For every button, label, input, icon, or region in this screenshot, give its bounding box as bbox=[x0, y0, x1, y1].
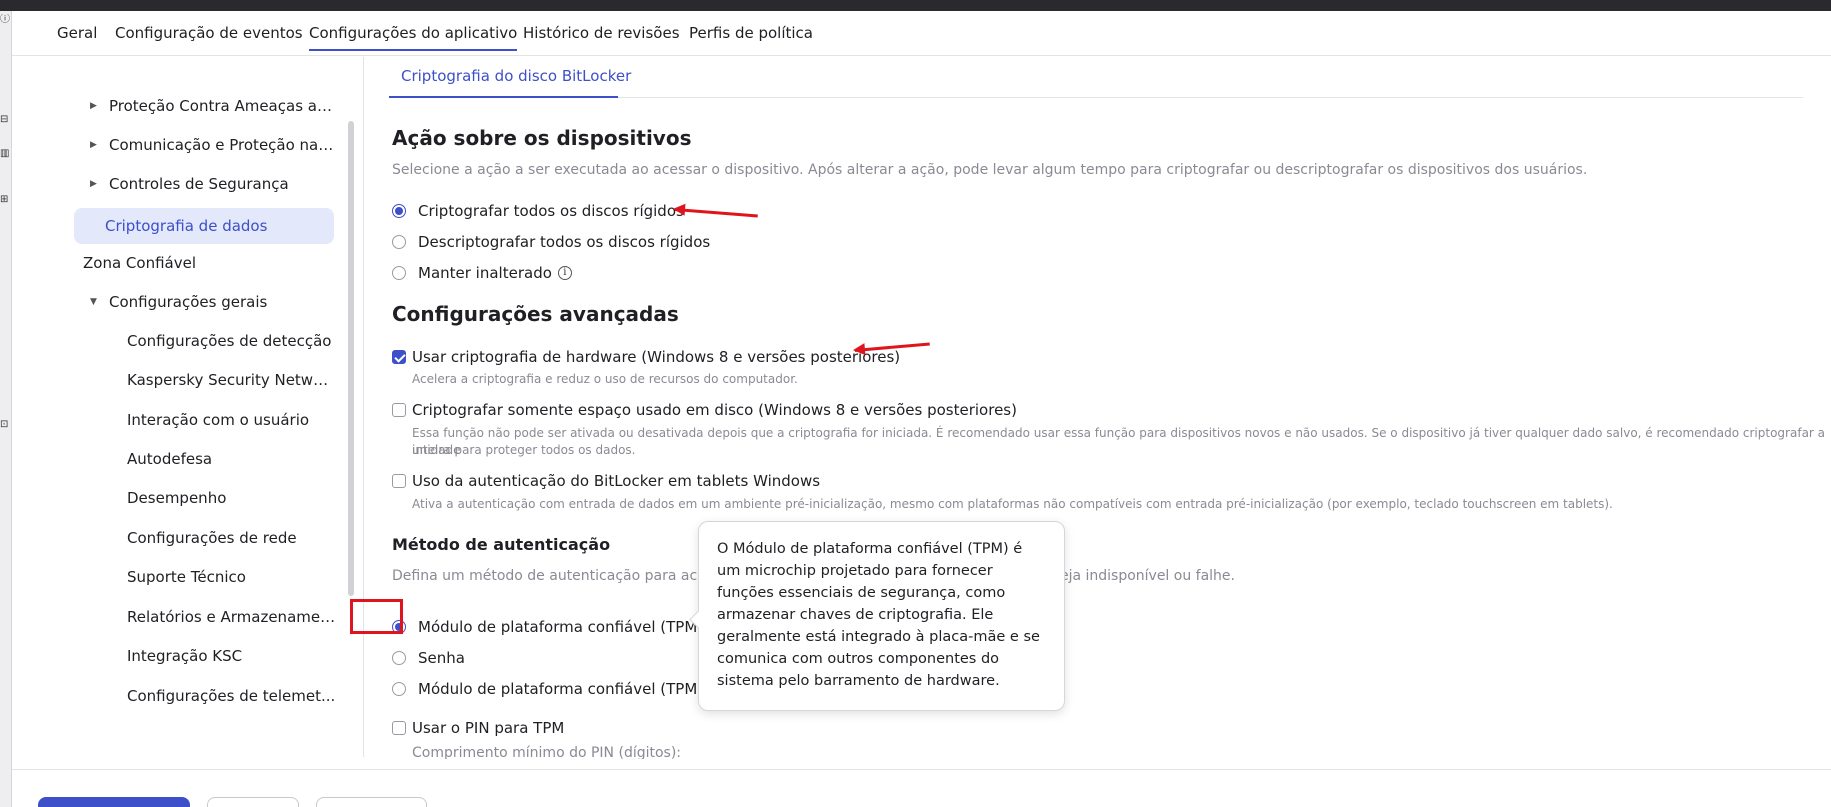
radio-label: Módulo de plataforma confiável (TPM), ou… bbox=[418, 680, 744, 698]
radio-label: Senha bbox=[418, 649, 465, 667]
radio-button[interactable] bbox=[392, 266, 406, 280]
tree-item-tech-support[interactable]: Suporte Técnico bbox=[127, 562, 337, 592]
radio-decrypt-all[interactable]: Descriptografar todos os discos rígidos bbox=[392, 231, 710, 253]
check-tpm-pin[interactable]: Usar o PIN para TPM bbox=[392, 717, 564, 739]
checkbox[interactable] bbox=[392, 474, 406, 488]
subtab-active-indicator bbox=[389, 96, 618, 98]
tree-scrollbar[interactable] bbox=[348, 121, 354, 596]
pin-length-label: Comprimento mínimo do PIN (dígitos): bbox=[412, 745, 682, 759]
settings-content: Criptografia do disco BitLocker Ação sob… bbox=[364, 57, 1831, 759]
tree-item-ksn[interactable]: Kaspersky Security Network bbox=[127, 365, 337, 395]
caret-right-icon[interactable]: ▶ bbox=[90, 130, 97, 160]
checkbox-label: Criptografar somente espaço usado em dis… bbox=[412, 401, 1017, 419]
radio-button[interactable] bbox=[392, 204, 406, 218]
subtab-bitlocker[interactable]: Criptografia do disco BitLocker bbox=[401, 67, 631, 85]
secondary-button[interactable] bbox=[207, 797, 299, 807]
tree-item-data-encryption[interactable]: Criptografia de dados bbox=[74, 208, 334, 244]
tree-item-threat-protection[interactable]: Proteção Contra Ameaças ao... bbox=[109, 91, 334, 121]
nav-icon-3[interactable]: ⊞ bbox=[0, 194, 10, 206]
hint-tablet-auth: Ativa a autenticação com entrada de dado… bbox=[412, 497, 1613, 511]
info-icon[interactable]: i bbox=[557, 266, 572, 280]
nav-icon-2[interactable]: ▥ bbox=[0, 148, 10, 160]
tree-item-trusted-zone[interactable]: Zona Confiável bbox=[83, 248, 333, 278]
tab-general[interactable]: Geral bbox=[57, 24, 97, 42]
info-icon[interactable]: ⓘ bbox=[0, 14, 10, 26]
radio-label: Descriptografar todos os discos rígidos bbox=[418, 233, 711, 251]
checkbox[interactable] bbox=[392, 403, 406, 417]
hint-used-space-only-2: inteira para proteger todos os dados. bbox=[412, 443, 636, 457]
radio-label: Manter inalterado bbox=[418, 264, 552, 282]
radio-label: Módulo de plataforma confiável (TPM) bbox=[418, 618, 704, 636]
tree-item-self-defense[interactable]: Autodefesa bbox=[127, 444, 337, 474]
check-tablet-auth[interactable]: Uso da autenticação do BitLocker em tabl… bbox=[392, 470, 820, 492]
hint-hardware-encryption: Acelera a criptografia e reduz o uso de … bbox=[412, 372, 798, 386]
tree-item-detection[interactable]: Configurações de detecção bbox=[127, 326, 337, 356]
left-icon-strip: ⓘ ⊟ ▥ ⊞ ⊡ bbox=[0, 11, 12, 807]
tpm-tooltip: O Módulo de plataforma confiável (TPM) é… bbox=[698, 521, 1065, 711]
checkbox-label: Usar o PIN para TPM bbox=[412, 719, 565, 737]
nav-icon-4[interactable]: ⊡ bbox=[0, 419, 10, 431]
footer-bar bbox=[12, 769, 1831, 807]
annotation-highlight-box bbox=[350, 599, 403, 634]
tab-policy-profiles[interactable]: Perfis de política bbox=[689, 24, 813, 42]
checkbox-label: Usar criptografia de hardware (Windows 8… bbox=[412, 348, 901, 366]
tab-revision-history[interactable]: Histórico de revisões bbox=[523, 24, 680, 42]
tree-item-performance[interactable]: Desempenho bbox=[127, 483, 337, 513]
auth-method-description: Defina um método de autenticação para ac… bbox=[392, 568, 721, 584]
radio-label: Criptografar todos os discos rígidos bbox=[418, 202, 684, 220]
radio-button[interactable] bbox=[392, 682, 406, 696]
caret-right-icon[interactable]: ▶ bbox=[90, 169, 97, 199]
tab-app-settings[interactable]: Configurações do aplicativo bbox=[309, 24, 518, 51]
caret-down-icon[interactable]: ▼ bbox=[90, 287, 97, 317]
tree-item-telemetry[interactable]: Configurações de telemet... bbox=[127, 681, 337, 711]
auth-method-title: Método de autenticação bbox=[392, 535, 611, 554]
advanced-title: Configurações avançadas bbox=[392, 302, 679, 326]
settings-tree: ▶ Proteção Contra Ameaças ao... ▶ Comuni… bbox=[12, 57, 357, 757]
radio-button[interactable] bbox=[392, 235, 406, 249]
caret-right-icon[interactable]: ▶ bbox=[90, 91, 97, 121]
tab-event-config[interactable]: Configuração de eventos bbox=[115, 24, 303, 42]
tree-item-security-controls[interactable]: Controles de Segurança bbox=[109, 169, 334, 199]
checkbox[interactable] bbox=[392, 721, 406, 735]
device-action-title: Ação sobre os dispositivos bbox=[392, 126, 692, 150]
tertiary-button[interactable] bbox=[316, 797, 427, 807]
check-hardware-encryption[interactable]: Usar criptografia de hardware (Windows 8… bbox=[392, 346, 900, 368]
radio-password[interactable]: Senha bbox=[392, 647, 465, 669]
check-used-space-only[interactable]: Criptografar somente espaço usado em dis… bbox=[392, 399, 1017, 421]
tree-item-user-interaction[interactable]: Interação com o usuário bbox=[127, 405, 337, 435]
tree-item-ksc-integration[interactable]: Integração KSC bbox=[127, 641, 337, 671]
checkbox-label: Uso da autenticação do BitLocker em tabl… bbox=[412, 472, 821, 490]
radio-button[interactable] bbox=[392, 651, 406, 665]
radio-keep-unchanged[interactable]: Manter inalterado i bbox=[392, 262, 572, 284]
radio-tpm[interactable]: Módulo de plataforma confiável (TPM) i bbox=[392, 616, 724, 638]
checkbox[interactable] bbox=[392, 350, 406, 364]
policy-tabs: Geral Configuração de eventos Configuraç… bbox=[12, 11, 1831, 56]
radio-tpm-or-password[interactable]: Módulo de plataforma confiável (TPM), ou… bbox=[392, 678, 744, 700]
nav-icon-1[interactable]: ⊟ bbox=[0, 114, 10, 126]
tree-item-reports[interactable]: Relatórios e Armazenamen... bbox=[127, 602, 337, 632]
primary-button[interactable] bbox=[38, 797, 190, 807]
window-top-bar bbox=[0, 0, 1831, 11]
tree-item-general-settings[interactable]: Configurações gerais bbox=[109, 287, 334, 317]
tree-item-network[interactable]: Configurações de rede bbox=[127, 523, 337, 553]
radio-encrypt-all[interactable]: Criptografar todos os discos rígidos bbox=[392, 200, 684, 222]
device-action-description: Selecione a ação a ser executada ao aces… bbox=[392, 162, 1588, 178]
tree-item-web-protection[interactable]: Comunicação e Proteção na ... bbox=[109, 130, 334, 160]
